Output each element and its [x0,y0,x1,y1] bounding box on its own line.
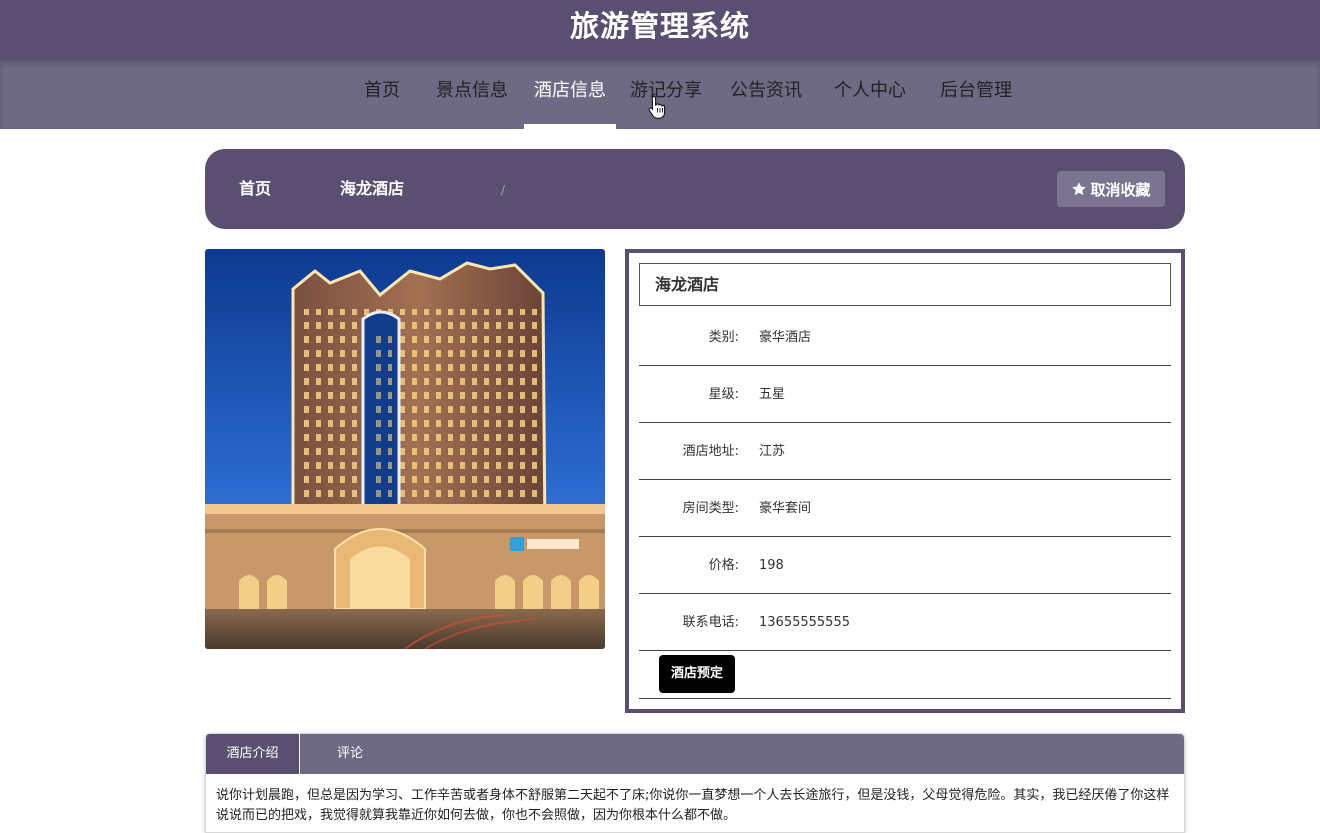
tab-header: 酒店介绍 评论 [206,734,1184,774]
info-value: 豪华套间 [759,501,812,516]
info-label: 房间类型: [682,501,739,516]
book-row: 酒店预定 [639,648,1171,699]
info-label: 联系电话: [682,615,739,630]
info-label: 类别: [708,330,739,345]
info-value: 豪华酒店 [759,330,812,345]
info-label: 星级: [708,387,739,402]
detail-tabs: 酒店介绍 评论 说你计划晨跑，但总是因为学习、工作辛苦或者身体不舒服第二天起不了… [205,733,1185,833]
breadcrumb-current: 海龙酒店 [340,179,405,198]
hand-cursor-icon [648,95,666,119]
breadcrumb-home[interactable]: 首页 [239,149,271,229]
hotel-intro-text: 说你计划晨跑，但总是因为学习、工作辛苦或者身体不舒服第二天起不了床;你说你一直梦… [216,788,1170,823]
info-value: 江苏 [759,444,786,459]
info-row-phone: 联系电话: 13655555555 [639,594,1171,651]
breadcrumb: 首页 / 海龙酒店 取消收藏 [205,149,1185,229]
breadcrumb-separator: / [501,183,506,197]
info-value: 13655555555 [759,615,850,630]
info-label: 酒店地址: [682,444,739,459]
info-value: 五星 [759,387,786,402]
tab-comments[interactable]: 评论 [300,734,400,774]
nav-list: 首页 景点信息 酒店信息 游记分享 公告资讯 个人中心 后台管理 [350,60,1026,129]
nav-item-admin[interactable]: 后台管理 [926,60,1026,129]
info-row-price: 价格: 198 [639,537,1171,594]
nav-item-hotels[interactable]: 酒店信息 [524,60,616,129]
nav-item-personal-center[interactable]: 个人中心 [820,60,920,129]
nav-item-attractions[interactable]: 景点信息 [422,60,522,129]
info-row-room-type: 房间类型: 豪华套间 [639,480,1171,537]
book-hotel-button[interactable]: 酒店预定 [659,655,735,693]
site-title: 旅游管理系统 [569,9,750,43]
hotel-photo [205,249,605,649]
site-header: 旅游管理系统 [0,0,1320,60]
star-icon [1072,182,1087,196]
info-row-address: 酒店地址: 江苏 [639,423,1171,480]
info-label: 价格: [708,558,739,573]
info-row-star: 星级: 五星 [639,366,1171,423]
hotel-info-panel: 海龙酒店 类别: 豪华酒店 星级: 五星 酒店地址: 江苏 房间类型: 豪华套间… [625,249,1185,713]
unfavorite-button[interactable]: 取消收藏 [1057,171,1165,207]
tab-hotel-intro[interactable]: 酒店介绍 [206,734,300,774]
unfavorite-label: 取消收藏 [1090,180,1151,199]
nav-item-travel-notes[interactable]: 游记分享 [616,60,716,129]
info-row-category: 类别: 豪华酒店 [639,309,1171,366]
hotel-name: 海龙酒店 [639,263,1171,306]
info-value: 198 [759,558,784,573]
nav-item-announcements[interactable]: 公告资讯 [716,60,816,129]
nav-item-home[interactable]: 首页 [350,60,414,129]
